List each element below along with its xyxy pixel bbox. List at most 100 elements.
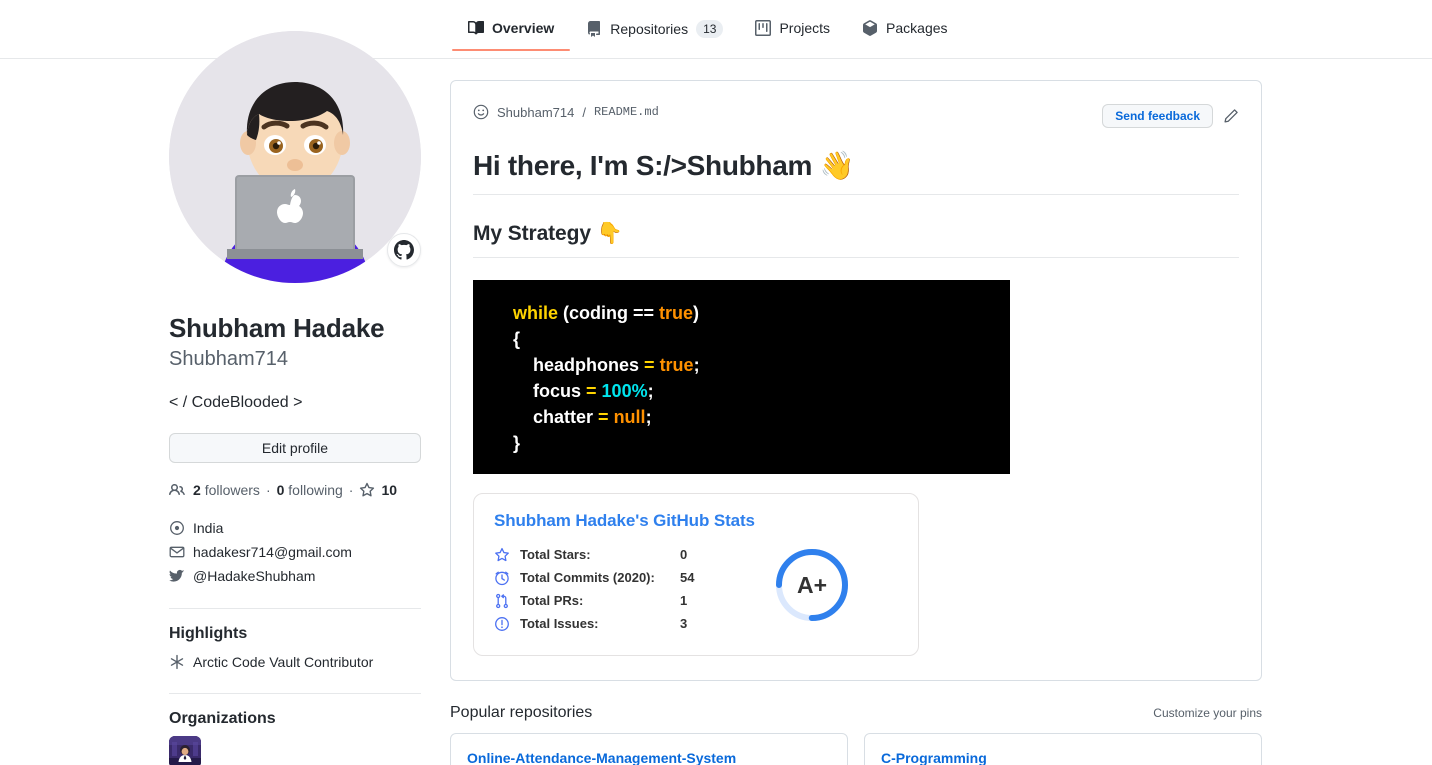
pencil-icon bbox=[1224, 109, 1238, 123]
repositories-count: 13 bbox=[696, 20, 724, 38]
readme-owner[interactable]: Shubham714 bbox=[497, 105, 574, 120]
github-rank-circle: A+ bbox=[772, 545, 852, 625]
following-link[interactable]: 0 following bbox=[277, 482, 343, 498]
code-line: while (coding == true) bbox=[513, 303, 700, 324]
meta-text: @HadakeShubham bbox=[193, 567, 316, 584]
clock-icon bbox=[494, 570, 510, 586]
stars-link[interactable]: 10 bbox=[381, 482, 397, 498]
meta-text: hadakesr714@gmail.com bbox=[193, 543, 352, 560]
tab-label: Packages bbox=[886, 20, 948, 36]
people-icon bbox=[169, 482, 185, 498]
book-icon bbox=[468, 20, 485, 36]
popular-repositories-title: Popular repositories bbox=[450, 704, 593, 722]
smiley-icon bbox=[473, 104, 489, 120]
tab-label: Projects bbox=[779, 20, 831, 36]
sidebar-divider-2 bbox=[169, 692, 421, 694]
followers-count: 2 bbox=[193, 481, 201, 498]
profile-bio: < / CodeBlooded > bbox=[169, 393, 303, 411]
popular-repositories-header: Popular repositories Customize your pins bbox=[450, 704, 1262, 722]
star-icon bbox=[359, 482, 375, 498]
profile-fullname: Shubham Hadake bbox=[169, 313, 385, 343]
code-line: chatter = null; bbox=[513, 407, 652, 428]
tab-projects[interactable]: Projects bbox=[739, 14, 846, 50]
customize-pins-link[interactable]: Customize your pins bbox=[1153, 706, 1262, 720]
send-feedback-button[interactable]: Send feedback bbox=[1102, 104, 1213, 128]
readme-h2-text: My Strategy bbox=[473, 222, 591, 245]
github-profile-page: Overview Repositories 13 Projects Packag… bbox=[0, 0, 1432, 765]
repo-card: C-Programming C bbox=[864, 733, 1262, 765]
tab-packages[interactable]: Packages bbox=[846, 14, 963, 50]
edit-readme-button[interactable] bbox=[1223, 108, 1239, 124]
repo-name-link[interactable]: Online-Attendance-Management-System bbox=[467, 750, 736, 765]
avatar[interactable] bbox=[169, 31, 421, 283]
following-label: following bbox=[288, 481, 343, 498]
edit-profile-button[interactable]: Edit profile bbox=[169, 432, 421, 463]
stat-value: 54 bbox=[680, 570, 695, 586]
highlight-arctic-vault[interactable]: Arctic Code Vault Contributor bbox=[169, 651, 421, 673]
tab-overview[interactable]: Overview bbox=[452, 14, 571, 51]
status-badge[interactable] bbox=[387, 233, 421, 267]
tab-label: Repositories bbox=[610, 21, 689, 37]
issue-icon bbox=[494, 616, 510, 632]
readme-heading-2: My Strategy 👇 bbox=[473, 220, 1239, 259]
github-rank-wrap: A+ bbox=[726, 543, 898, 625]
stat-label: Total PRs: bbox=[520, 593, 584, 609]
following-count: 0 bbox=[276, 481, 285, 498]
sidebar-divider-1 bbox=[169, 607, 421, 609]
meta-email[interactable]: hadakesr714@gmail.com bbox=[169, 540, 421, 564]
wave-emoji: 👋 bbox=[819, 149, 855, 182]
repo-icon bbox=[586, 21, 602, 37]
tab-repositories[interactable]: Repositories 13 bbox=[570, 14, 739, 52]
repo-name-link[interactable]: C-Programming bbox=[881, 750, 987, 765]
location-icon bbox=[169, 520, 185, 536]
star-icon bbox=[494, 547, 510, 563]
stat-total-issues: Total Issues: 3 bbox=[494, 612, 726, 635]
followers-link[interactable]: 2 followers bbox=[193, 482, 260, 498]
profile-sidebar: Shubham Hadake Shubham714 < / CodeBloode… bbox=[169, 31, 421, 765]
strategy-code-text: while (coding == true) { headphones = tru… bbox=[513, 300, 700, 456]
github-octocat-icon bbox=[394, 240, 414, 260]
stat-total-prs: Total PRs: 1 bbox=[494, 589, 726, 612]
stat-label: Total Stars: bbox=[520, 547, 591, 563]
profile-username: Shubham714 bbox=[169, 347, 288, 370]
code-line: } bbox=[513, 433, 521, 454]
arctic-vault-icon bbox=[169, 654, 185, 670]
readme-filename[interactable]: README.md bbox=[594, 105, 659, 119]
github-stats-rows: Total Stars: 0 Total Commits (2020): 54 bbox=[494, 543, 726, 635]
strategy-code-image: while (coding == true) { headphones = tru… bbox=[473, 280, 1010, 475]
organizations-title: Organizations bbox=[169, 709, 276, 727]
readme-header: Shubham714 / README.md Send feedback bbox=[473, 104, 1239, 128]
tab-label: Overview bbox=[492, 20, 555, 36]
avatar-container bbox=[169, 31, 421, 283]
followers-label: followers bbox=[204, 481, 260, 498]
code-line: headphones = true; bbox=[513, 355, 700, 376]
highlights-title: Highlights bbox=[169, 624, 248, 642]
readme-heading-1: Hi there, I'm S:/>Shubham 👋 bbox=[473, 148, 1239, 195]
code-line: { bbox=[513, 329, 521, 350]
stat-value: 0 bbox=[680, 547, 688, 563]
meta-twitter[interactable]: @HadakeShubham bbox=[169, 564, 421, 588]
repository-grid: Online-Attendance-Management-System PHP … bbox=[450, 733, 1262, 765]
readme-separator: / bbox=[582, 104, 586, 120]
repo-card: Online-Attendance-Management-System PHP bbox=[450, 733, 848, 765]
readme-h1-text: Hi there, I'm S:/>Shubham bbox=[473, 150, 813, 181]
readme-actions: Send feedback bbox=[1102, 104, 1239, 128]
profile-readme-card: Shubham714 / README.md Send feedback Hi … bbox=[450, 80, 1262, 682]
stat-value: 1 bbox=[680, 593, 688, 609]
github-stats-body: Total Stars: 0 Total Commits (2020): 54 bbox=[494, 543, 898, 635]
stat-total-stars: Total Stars: 0 bbox=[494, 543, 726, 566]
profile-main-column: Shubham714 / README.md Send feedback Hi … bbox=[450, 80, 1262, 765]
stat-total-commits: Total Commits (2020): 54 bbox=[494, 566, 726, 589]
pull-request-icon bbox=[494, 593, 510, 609]
point-down-emoji: 👇 bbox=[596, 221, 623, 245]
readme-breadcrumb: Shubham714 / README.md bbox=[473, 104, 659, 120]
highlight-text: Arctic Code Vault Contributor bbox=[193, 653, 374, 670]
package-icon bbox=[862, 20, 878, 36]
organization-avatar[interactable] bbox=[169, 735, 201, 765]
github-stats-title: Shubham Hadake's GitHub Stats bbox=[494, 511, 755, 531]
stat-separator-1: · bbox=[265, 481, 271, 498]
meta-text: India bbox=[193, 519, 224, 536]
stat-value: 3 bbox=[680, 616, 688, 632]
profile-meta-list: India hadakesr714@gmail.com @HadakeShubh… bbox=[169, 516, 421, 588]
code-line: focus = 100%; bbox=[513, 381, 654, 402]
